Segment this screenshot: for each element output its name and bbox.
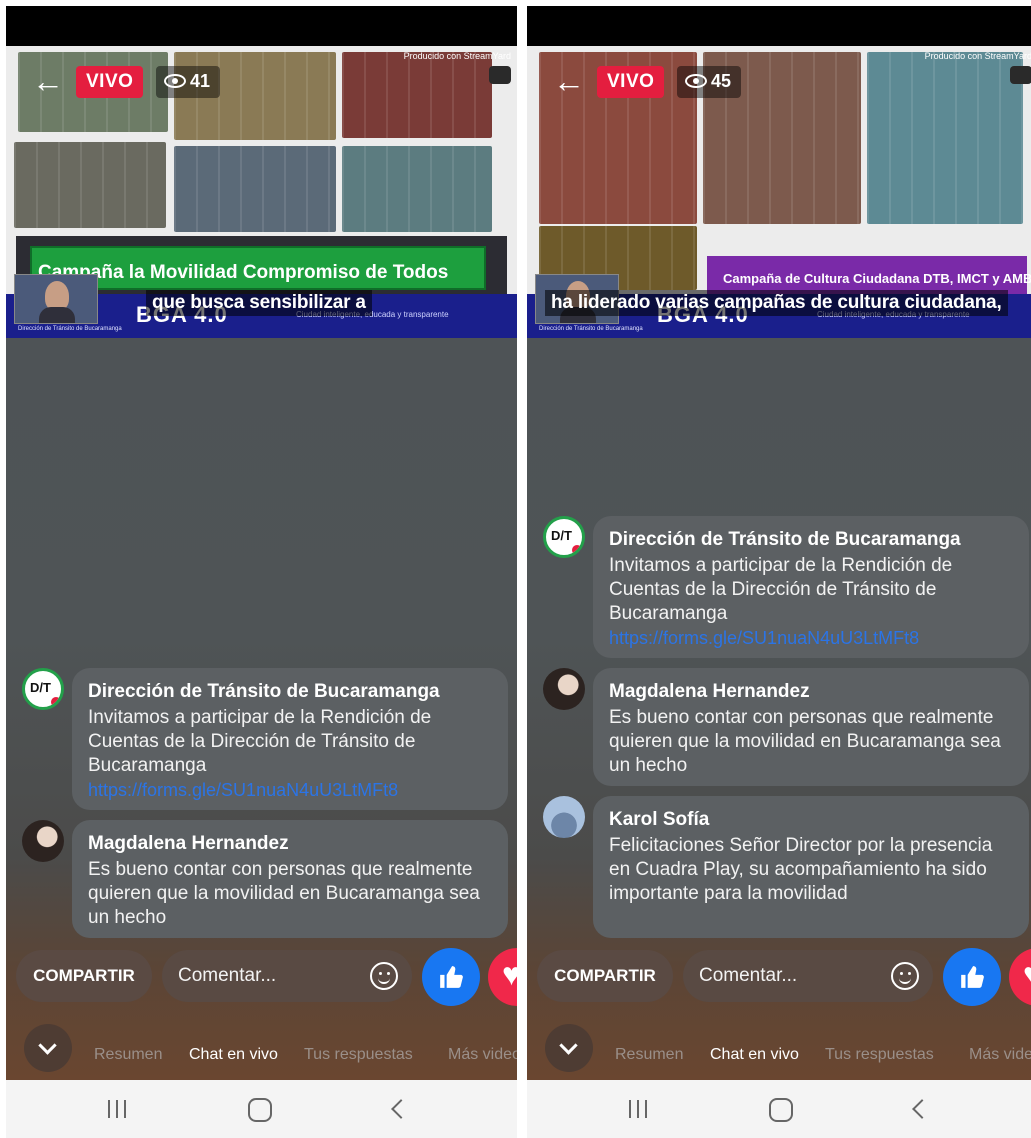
tabs-row: Resumen Chat en vivo Tus respuestas Más …: [6, 1016, 517, 1080]
comment-input[interactable]: Comentar...: [162, 950, 412, 1002]
org-footer: Dirección de Tránsito de Bucaramanga: [18, 326, 122, 332]
org-footer: Dirección de Tránsito de Bucaramanga: [539, 326, 643, 332]
home-icon[interactable]: [769, 1098, 793, 1122]
comment-bubble[interactable]: Magdalena Hernandez Es bueno contar con …: [593, 668, 1029, 786]
tab-tus-respuestas[interactable]: Tus respuestas: [825, 1046, 934, 1064]
tabs-row: Resumen Chat en vivo Tus respuestas Más …: [527, 1016, 1031, 1080]
comment-bubble[interactable]: Dirección de Tránsito de Bucaramanga Inv…: [593, 516, 1029, 658]
system-nav-bar: [527, 1080, 1031, 1138]
phone-screen-left: Producido con StreamYard Campaña la Movi…: [6, 6, 517, 1138]
status-bar: [527, 6, 1031, 46]
avatar[interactable]: [543, 796, 585, 838]
phone-screen-right: Producido con StreamYard Campaña de Cult…: [527, 6, 1031, 1138]
comment-text: Invitamos a participar de la Rendición d…: [609, 555, 953, 624]
tab-resumen[interactable]: Resumen: [615, 1046, 683, 1064]
comment-link[interactable]: https://forms.gle/SU1nuaN4uU3LtMFt8: [609, 626, 1015, 650]
viewer-count: 45: [677, 66, 742, 98]
comment-placeholder: Comentar...: [178, 965, 277, 986]
love-reaction-button[interactable]: [488, 948, 517, 1006]
viewer-count: 41: [156, 66, 221, 98]
comment-link[interactable]: https://forms.gle/SU1nuaN4uU3LtMFt8: [88, 778, 494, 802]
eye-icon: [164, 74, 186, 88]
tab-mas-videos[interactable]: Más videos: [969, 1046, 1031, 1064]
campaign-banner: Campaña de Cultura Ciudadana DTB, IMCT y…: [707, 256, 1031, 294]
action-row: COMPARTIR Comentar...: [527, 948, 1031, 1006]
comment-text: Invitamos a participar de la Rendición d…: [88, 707, 432, 776]
comment-bubble[interactable]: Dirección de Tránsito de Bucaramanga Inv…: [72, 668, 508, 810]
live-caption: que busca sensibilizar a: [146, 290, 372, 316]
comment-input[interactable]: Comentar...: [683, 950, 933, 1002]
comment-bubble[interactable]: Karol Sofía Felicitaciones Señor Directo…: [593, 796, 1029, 938]
back-arrow-icon[interactable]: ←: [553, 65, 587, 97]
avatar[interactable]: [22, 668, 64, 710]
share-button[interactable]: COMPARTIR: [16, 950, 152, 1002]
home-icon[interactable]: [248, 1098, 272, 1122]
comment-author[interactable]: Magdalena Hernandez: [88, 832, 494, 856]
stream-label: Producido con StreamYard: [403, 51, 511, 61]
like-button[interactable]: [943, 948, 1001, 1006]
comment-bubble[interactable]: Magdalena Hernandez Es bueno contar con …: [72, 820, 508, 938]
collage-photo: [174, 146, 336, 232]
tab-chat-en-vivo[interactable]: Chat en vivo: [710, 1046, 799, 1064]
streamyard-icon: [1010, 66, 1031, 84]
comment-author[interactable]: Dirección de Tránsito de Bucaramanga: [88, 680, 494, 704]
tab-mas-videos[interactable]: Más videos: [448, 1046, 517, 1064]
eye-icon: [685, 74, 707, 88]
avatar[interactable]: [543, 668, 585, 710]
tab-tus-respuestas[interactable]: Tus respuestas: [304, 1046, 413, 1064]
live-badge: VIVO: [597, 66, 665, 98]
streamyard-logo: Producido con StreamYard: [404, 50, 511, 87]
comment-author[interactable]: Dirección de Tránsito de Bucaramanga: [609, 528, 1015, 552]
back-arrow-icon[interactable]: ←: [32, 65, 66, 97]
chevron-down-icon[interactable]: [545, 1024, 593, 1072]
action-row: COMPARTIR Comentar...: [6, 948, 517, 1006]
tab-resumen[interactable]: Resumen: [94, 1046, 162, 1064]
live-badge: VIVO: [76, 66, 144, 98]
like-button[interactable]: [422, 948, 480, 1006]
streamyard-icon: [489, 66, 511, 84]
recent-apps-icon[interactable]: [106, 1098, 128, 1120]
back-icon[interactable]: [912, 1099, 932, 1119]
stream-label: Producido con StreamYard: [924, 51, 1031, 61]
thumbs-up-icon: [961, 966, 984, 988]
thumbs-up-icon: [440, 966, 463, 988]
live-badge-icon: [49, 695, 61, 707]
collage-photo: [14, 142, 166, 228]
chevron-down-icon[interactable]: [24, 1024, 72, 1072]
avatar[interactable]: [22, 820, 64, 862]
comment-text: Es bueno contar con personas que realmen…: [88, 859, 480, 928]
presenter-body: [39, 307, 75, 323]
live-badge-icon: [570, 543, 582, 555]
share-button[interactable]: COMPARTIR: [537, 950, 673, 1002]
streamyard-logo: Producido con StreamYard: [925, 50, 1031, 87]
viewer-count-value: 45: [711, 71, 732, 91]
status-bar: [6, 6, 517, 46]
avatar[interactable]: [543, 516, 585, 558]
tab-chat-en-vivo[interactable]: Chat en vivo: [189, 1046, 278, 1064]
back-icon[interactable]: [391, 1099, 411, 1119]
collage-photo: [342, 146, 492, 232]
love-reaction-button[interactable]: [1009, 948, 1031, 1006]
comment-author[interactable]: Karol Sofía: [609, 808, 1015, 832]
comment-text: Es bueno contar con personas que realmen…: [609, 707, 1001, 776]
system-nav-bar: [6, 1080, 517, 1138]
recent-apps-icon[interactable]: [627, 1098, 649, 1120]
live-caption: ha liderado varias campañas de cultura c…: [545, 290, 1008, 316]
comment-placeholder: Comentar...: [699, 965, 798, 986]
presenter-thumbnail: [14, 274, 98, 324]
emoji-icon[interactable]: [370, 962, 398, 990]
campaign-banner: Campaña la Movilidad Compromiso de Todos: [30, 246, 486, 290]
comment-author[interactable]: Magdalena Hernandez: [609, 680, 1015, 704]
viewer-count-value: 41: [190, 71, 211, 91]
emoji-icon[interactable]: [891, 962, 919, 990]
comment-text: Felicitaciones Señor Director por la pre…: [609, 835, 993, 904]
